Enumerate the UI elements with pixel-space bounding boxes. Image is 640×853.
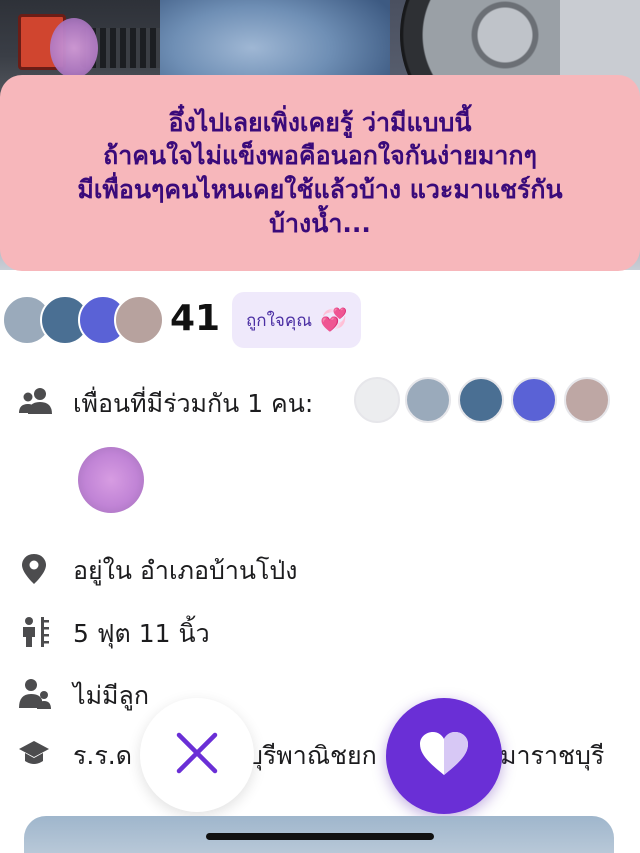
children-text: ไม่มีลูก [73, 681, 149, 710]
heart-icon [418, 731, 470, 781]
children-row: ไม่มีลูก [0, 668, 640, 718]
mutual-friend-avatar[interactable] [354, 377, 400, 423]
location-text: อยู่ใน อำเภอบ้านโป่ง [73, 556, 298, 585]
caption-text: อึ๋งไปเลยเพิ่งเคยรู้ ว่ามีแบบนี้ ถ้าคนใจ… [77, 107, 563, 238]
location-row: อยู่ใน อำเภอบ้านโป่ง [0, 543, 640, 593]
mutual-friend-avatar[interactable] [458, 377, 504, 423]
people-icon [18, 386, 54, 416]
children-icon [18, 678, 54, 709]
close-icon [175, 731, 219, 779]
mutual-friend-avatar[interactable] [405, 377, 451, 423]
height-row: 5 ฟุต 11 นิ้ว [0, 606, 640, 656]
two-hearts-icon: 💞 [320, 307, 348, 333]
likes-row[interactable]: 41 ถูกใจคุณ 💞 [0, 288, 640, 348]
caption-banner: อึ๋งไปเลยเพิ่งเคยรู้ ว่ามีแบบนี้ ถ้าคนใจ… [0, 75, 640, 271]
education-text-start: ร.ร.ด [73, 741, 132, 770]
dislike-button[interactable] [140, 698, 254, 812]
liked-you-label: ถูกใจคุณ [246, 310, 312, 331]
location-pin-icon [18, 553, 54, 584]
likes-count: 41 [170, 298, 221, 339]
height-text: 5 ฟุต 11 นิ้ว [73, 619, 210, 648]
mutual-friends-label: เพื่อนที่มีร่วมกัน 1 คน: [73, 389, 314, 418]
education-text-end: มาราชบุรี [500, 741, 605, 770]
education-row: ร.ร.ด บุรีพาณิชยก มาราชบุรี [0, 728, 640, 778]
height-ruler-icon [18, 616, 54, 647]
mutual-friend-photo[interactable] [78, 447, 144, 513]
mutual-friend-avatar[interactable] [564, 377, 610, 423]
mutual-friend-avatar[interactable] [511, 377, 557, 423]
home-indicator [206, 833, 434, 840]
blurred-sticker [50, 18, 98, 78]
like-button[interactable] [386, 698, 502, 814]
education-text-middle: บุรีพาณิชยก [247, 741, 377, 770]
liker-avatar [114, 295, 164, 345]
graduation-cap-icon [18, 738, 54, 768]
liked-you-badge[interactable]: ถูกใจคุณ 💞 [232, 292, 362, 348]
